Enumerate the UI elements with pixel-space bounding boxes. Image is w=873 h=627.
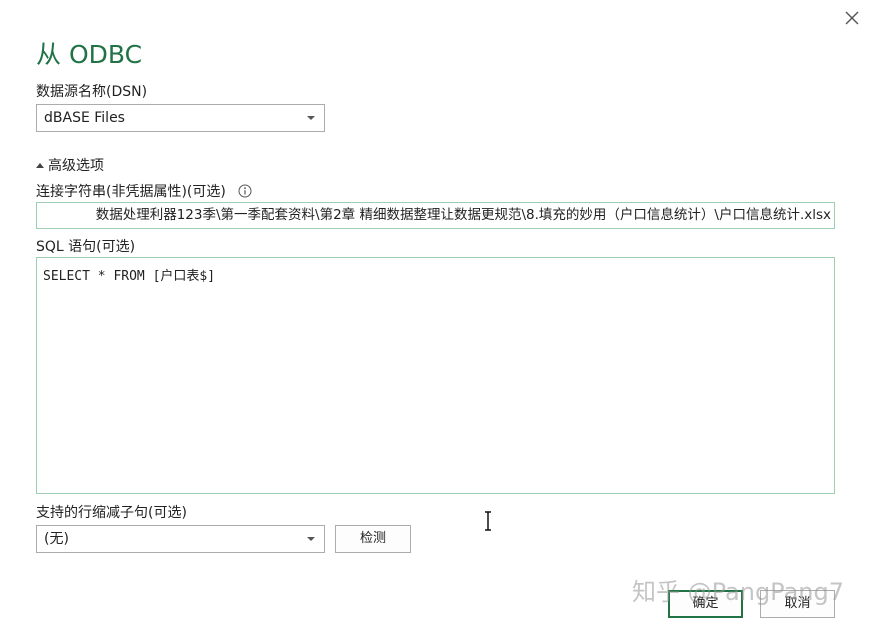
row-reduction-label: 支持的行缩减子句(可选): [36, 505, 187, 521]
sql-value: SELECT * FROM [户口表$]: [43, 269, 216, 284]
chevron-down-icon: [307, 116, 315, 120]
connection-string-label: 连接字符串(非凭据属性)(可选): [36, 184, 226, 200]
sql-textarea[interactable]: SELECT * FROM [户口表$]: [36, 257, 835, 494]
advanced-options-label: 高级选项: [48, 158, 104, 174]
dsn-value: dBASE Files: [44, 110, 125, 126]
cancel-button[interactable]: 取消: [760, 590, 835, 618]
dsn-label: 数据源名称(DSN): [36, 84, 148, 100]
detect-button[interactable]: 检测: [335, 525, 411, 553]
chevron-down-icon: [307, 537, 315, 541]
dialog-title: 从 ODBC: [36, 40, 143, 69]
row-reduction-value: (无): [44, 531, 69, 547]
sql-label: SQL 语句(可选): [36, 239, 136, 255]
dsn-dropdown[interactable]: dBASE Files: [36, 104, 325, 132]
info-icon[interactable]: [238, 183, 252, 198]
advanced-options-toggle[interactable]: 高级选项: [36, 155, 104, 175]
row-reduction-dropdown[interactable]: (无): [36, 525, 325, 553]
connection-string-input[interactable]: 数据处理利器123季\第一季配套资料\第2章 精细数据整理让数据更规范\8.填充…: [36, 202, 835, 229]
text-cursor-icon: [482, 511, 494, 531]
connection-string-value: 数据处理利器123季\第一季配套资料\第2章 精细数据整理让数据更规范\8.填充…: [95, 207, 831, 223]
ok-button[interactable]: 确定: [668, 590, 743, 618]
close-icon: [845, 11, 859, 25]
expand-triangle-icon: [36, 163, 44, 168]
close-button[interactable]: [840, 6, 864, 30]
